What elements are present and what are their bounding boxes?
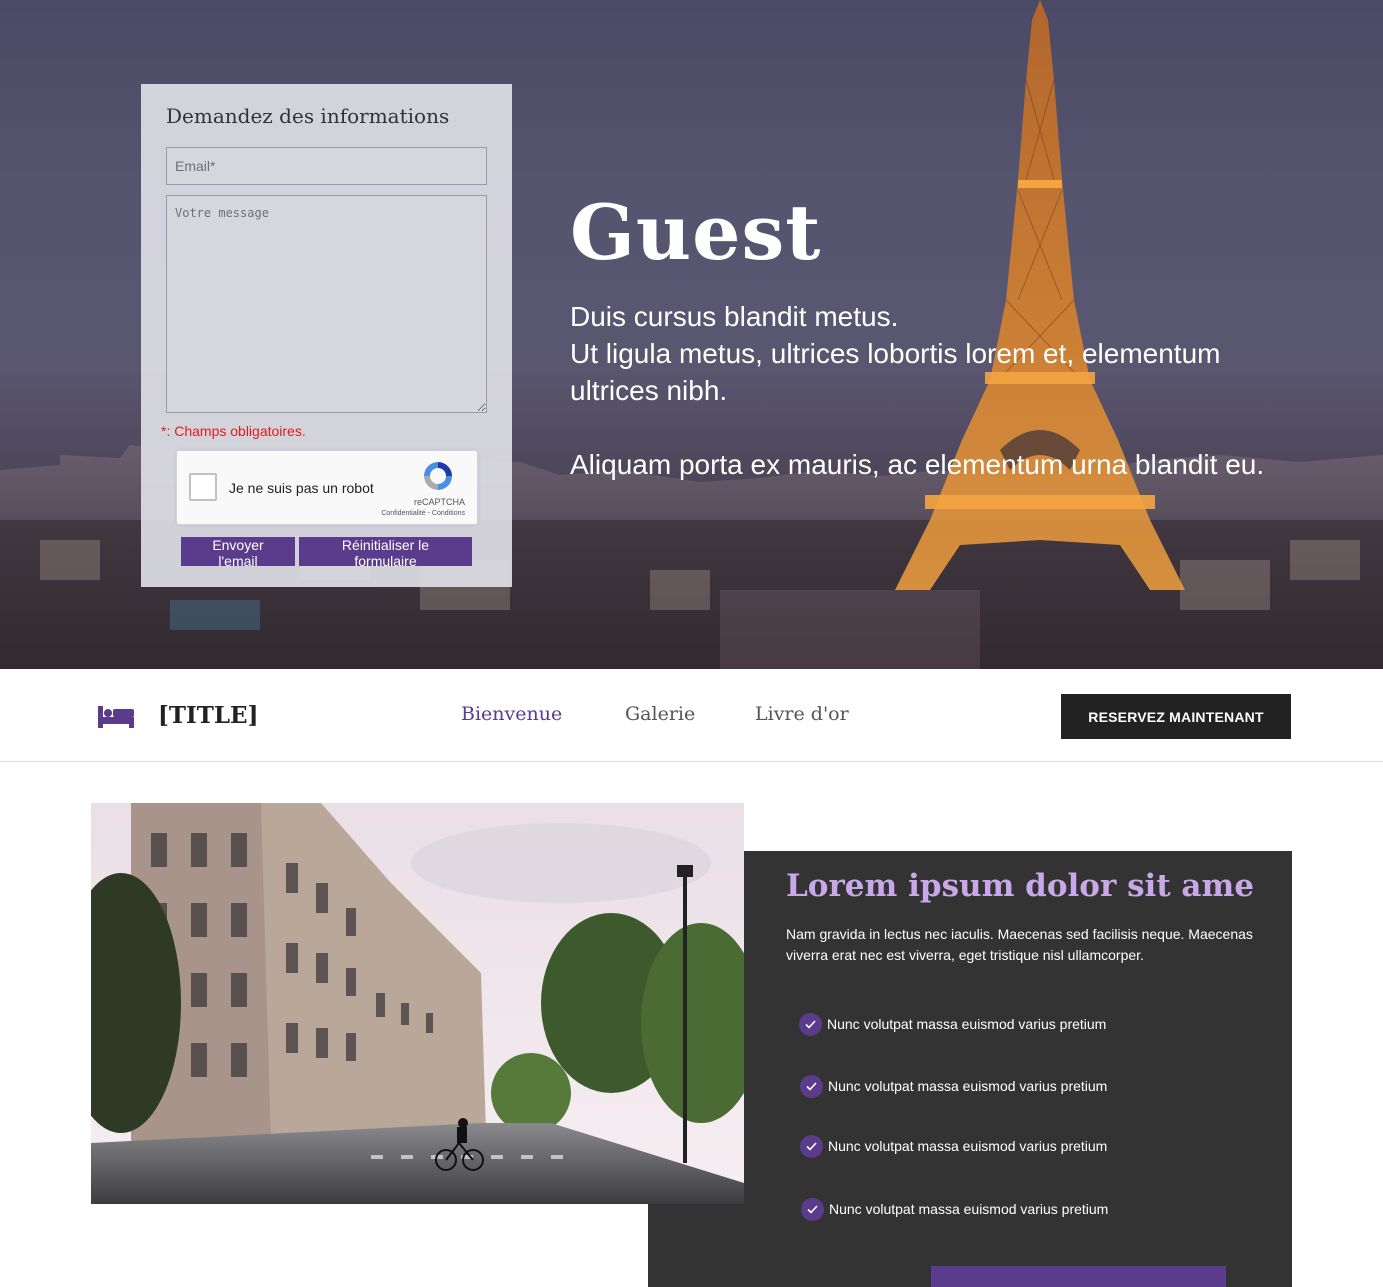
book-now-button[interactable]: RESERVEZ MAINTENANT — [1061, 694, 1291, 739]
checklist-item-text: Nunc volutpat massa euismod varius preti… — [828, 1078, 1108, 1094]
checklist-item-text: Nunc volutpat massa euismod varius preti… — [829, 1201, 1109, 1217]
recaptcha-privacy-links[interactable]: Confidentialité - Conditions — [381, 510, 465, 517]
checklist-item-text: Nunc volutpat massa euismod varius preti… — [827, 1016, 1107, 1032]
required-fields-note: *: Champs obligatoires. — [161, 423, 306, 439]
brand-title[interactable]: [TITLE] — [158, 702, 258, 729]
feature-description: Nam gravida in lectus nec iaculis. Maece… — [786, 926, 1253, 963]
nav-link-galerie[interactable]: Galerie — [625, 703, 695, 725]
checkmark-icon — [799, 1013, 822, 1036]
hero-text-line: Ut ligula metus, ultrices lobortis lorem… — [570, 338, 1221, 406]
form-title: Demandez des informations — [166, 104, 450, 128]
nav-link-livre-dor[interactable]: Livre d'or — [755, 703, 849, 725]
message-field[interactable] — [166, 195, 487, 413]
eiffel-tower-illustration — [895, 0, 1185, 590]
checkmark-icon — [800, 1075, 823, 1098]
recaptcha-logo-icon — [424, 462, 452, 490]
hero-text-line: Aliquam porta ex mauris, ac elementum ur… — [570, 449, 1265, 480]
checklist-item-text: Nunc volutpat massa euismod varius preti… — [828, 1138, 1108, 1154]
hero-title: Guest — [570, 188, 822, 277]
email-field[interactable] — [166, 147, 487, 185]
recaptcha-checkbox[interactable] — [189, 473, 217, 501]
feature-title: Lorem ipsum dolor sit ame — [786, 868, 1255, 904]
contact-form: Demandez des informations *: Champs obli… — [141, 84, 512, 587]
hero-description: Duis cursus blandit metus. Ut ligula met… — [570, 298, 1290, 483]
recaptcha-widget: Je ne suis pas un robot reCAPTCHA Confid… — [176, 450, 478, 525]
paris-street-photo — [91, 803, 744, 1204]
visit-gallery-button[interactable]: Visitez la galerie — [931, 1266, 1226, 1287]
feature-card — [648, 851, 1292, 1287]
hero-section: Demandez des informations *: Champs obli… — [0, 0, 1383, 669]
send-email-button[interactable]: Envoyer l'email — [181, 537, 295, 569]
checkmark-icon — [800, 1135, 823, 1158]
hero-text-line: Duis cursus blandit metus. — [570, 301, 899, 332]
recaptcha-label: Je ne suis pas un robot — [229, 480, 374, 496]
street-photo-illustration — [91, 803, 744, 1204]
main-navbar: [TITLE] Bienvenue Galerie Livre d'or RES… — [0, 669, 1383, 762]
checkmark-icon — [801, 1198, 824, 1221]
nav-link-bienvenue[interactable]: Bienvenue — [461, 703, 562, 725]
bed-icon — [98, 706, 134, 728]
reset-form-button[interactable]: Réinitialiser le formulaire — [299, 537, 472, 569]
recaptcha-brand: reCAPTCHA — [413, 497, 465, 507]
